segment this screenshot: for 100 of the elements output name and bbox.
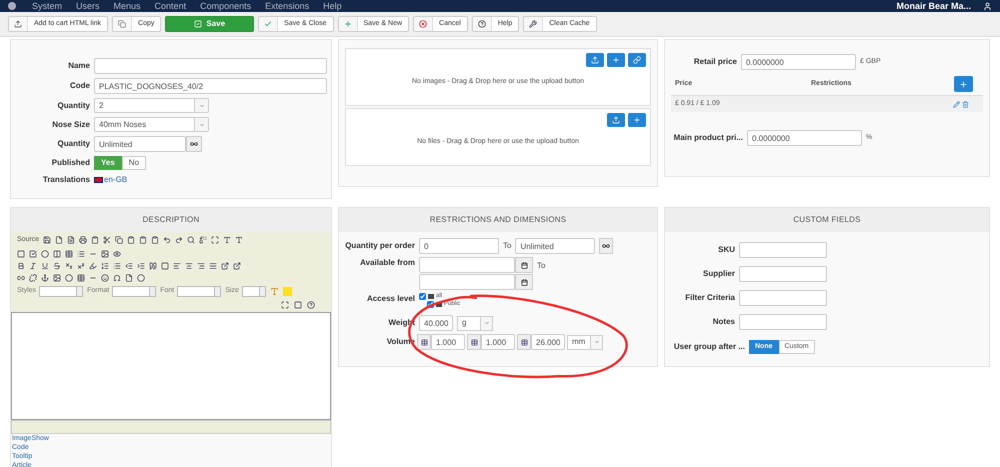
checkbox-icon[interactable] xyxy=(29,250,37,258)
italic-icon[interactable] xyxy=(29,262,37,270)
page-break-icon[interactable] xyxy=(125,274,133,282)
menu-item[interactable]: Menus xyxy=(114,2,141,10)
select-field[interactable]: 40mm Noses xyxy=(94,117,209,132)
smiley-icon[interactable] xyxy=(101,274,109,282)
print-icon[interactable] xyxy=(79,236,88,244)
paste-text-icon[interactable] xyxy=(139,236,148,244)
upload-button[interactable] xyxy=(607,113,625,127)
spellcheck-menu-icon[interactable] xyxy=(235,236,244,244)
dropdown-field[interactable] xyxy=(39,286,84,296)
menu-item[interactable]: Extensions xyxy=(265,2,310,10)
numbered-list-icon[interactable] xyxy=(101,262,109,270)
text-color-icon[interactable] xyxy=(270,286,279,296)
superscript-icon[interactable] xyxy=(77,262,85,270)
redo-icon[interactable] xyxy=(175,236,184,244)
unlimited-button[interactable] xyxy=(599,238,614,254)
copy-icon[interactable] xyxy=(115,236,124,244)
menu-item[interactable]: System xyxy=(32,2,62,10)
edit-icon[interactable] xyxy=(953,100,960,108)
delete-icon[interactable] xyxy=(962,100,969,108)
input-field[interactable]: 0.0000000 xyxy=(741,54,856,70)
blocks-icon[interactable] xyxy=(294,300,302,308)
toggle-option[interactable]: No xyxy=(122,156,146,170)
strikethrough-icon[interactable] xyxy=(53,262,61,270)
site-link[interactable]: Monair Bear Ma... xyxy=(896,2,971,10)
paste-word-icon[interactable] xyxy=(151,236,160,244)
outdent-icon[interactable] xyxy=(125,262,133,270)
search-icon[interactable] xyxy=(187,236,196,244)
input-field[interactable]: 1.000 xyxy=(481,334,515,350)
input-field[interactable] xyxy=(739,266,827,282)
align-right-icon[interactable] xyxy=(197,262,205,270)
input-field[interactable] xyxy=(419,257,515,273)
dropdown-field[interactable] xyxy=(112,286,156,296)
undo-icon[interactable] xyxy=(163,236,172,244)
user-icon[interactable] xyxy=(983,2,992,10)
unit-select[interactable]: mm xyxy=(567,334,603,350)
input-field[interactable] xyxy=(419,274,515,290)
calendar-button[interactable] xyxy=(515,257,533,273)
file-icon[interactable] xyxy=(55,236,64,244)
image-button-icon[interactable] xyxy=(101,250,109,258)
unlink-icon[interactable] xyxy=(29,274,37,282)
select-field-icon[interactable] xyxy=(77,250,85,258)
align-center-icon[interactable] xyxy=(185,262,193,270)
anchor-icon[interactable] xyxy=(41,274,49,282)
cut-icon[interactable] xyxy=(103,236,112,244)
quote-icon[interactable] xyxy=(149,262,157,270)
input-field[interactable] xyxy=(739,314,827,330)
dropdown-field[interactable] xyxy=(242,286,266,296)
input-field[interactable]: 40.000 xyxy=(419,315,453,331)
save-icon[interactable] xyxy=(43,236,52,244)
textarea-icon[interactable] xyxy=(65,250,73,258)
menu-item[interactable]: Components xyxy=(200,2,252,10)
menu-item[interactable]: Help xyxy=(323,2,342,10)
eraser-icon[interactable] xyxy=(89,262,97,270)
paste-icon[interactable] xyxy=(127,236,136,244)
spellcheck-icon[interactable] xyxy=(223,236,232,244)
omega-icon[interactable] xyxy=(113,274,121,282)
link-icon[interactable] xyxy=(17,274,25,282)
dropdown-field[interactable] xyxy=(177,286,222,296)
align-left-icon[interactable] xyxy=(173,262,181,270)
add-price-button[interactable] xyxy=(954,76,973,92)
input-field[interactable] xyxy=(94,58,327,74)
help-icon[interactable] xyxy=(307,300,315,308)
clipboard-icon[interactable] xyxy=(91,236,100,244)
add-button[interactable] xyxy=(628,113,646,127)
input-field[interactable]: Unlimited xyxy=(94,136,186,152)
input-field[interactable] xyxy=(739,290,827,306)
image-icon[interactable] xyxy=(53,274,61,282)
language-link[interactable]: en-GB xyxy=(104,174,128,186)
indent-icon[interactable] xyxy=(137,262,145,270)
form-icon[interactable] xyxy=(17,250,25,258)
unlimited-button[interactable] xyxy=(186,136,202,152)
access-checkbox[interactable] xyxy=(419,293,426,300)
calendar-button[interactable] xyxy=(515,274,533,290)
upload-button[interactable] xyxy=(586,53,604,67)
input-field[interactable]: 0.0000000 xyxy=(747,130,862,146)
input-field[interactable]: 0 xyxy=(419,238,499,254)
text-field-icon[interactable] xyxy=(53,250,61,258)
menu-item[interactable]: Content xyxy=(154,2,186,10)
radio-icon[interactable] xyxy=(41,250,49,258)
access-checkbox[interactable] xyxy=(427,301,434,308)
link-button[interactable] xyxy=(628,53,646,67)
select-field[interactable]: 2 xyxy=(94,98,209,113)
bold-icon[interactable] xyxy=(17,262,25,270)
hidden-field-icon[interactable] xyxy=(113,250,121,258)
bullet-list-icon[interactable] xyxy=(113,262,121,270)
maximize-icon[interactable] xyxy=(281,300,289,308)
input-field[interactable] xyxy=(739,242,827,258)
select-all-icon[interactable] xyxy=(211,236,220,244)
unit-select[interactable]: g xyxy=(457,316,493,330)
table-icon[interactable] xyxy=(77,274,85,282)
input-field[interactable]: Unlimited xyxy=(515,238,596,254)
input-field[interactable]: PLASTIC_DOGNOSES_40/2 xyxy=(94,78,327,94)
subscript-icon[interactable] xyxy=(65,262,73,270)
input-field[interactable]: 26.000 xyxy=(531,334,565,350)
menu-item[interactable]: Users xyxy=(76,2,100,10)
input-field[interactable]: 1.000 xyxy=(431,334,465,350)
document-icon[interactable] xyxy=(67,236,76,244)
justify-icon[interactable] xyxy=(209,262,217,270)
